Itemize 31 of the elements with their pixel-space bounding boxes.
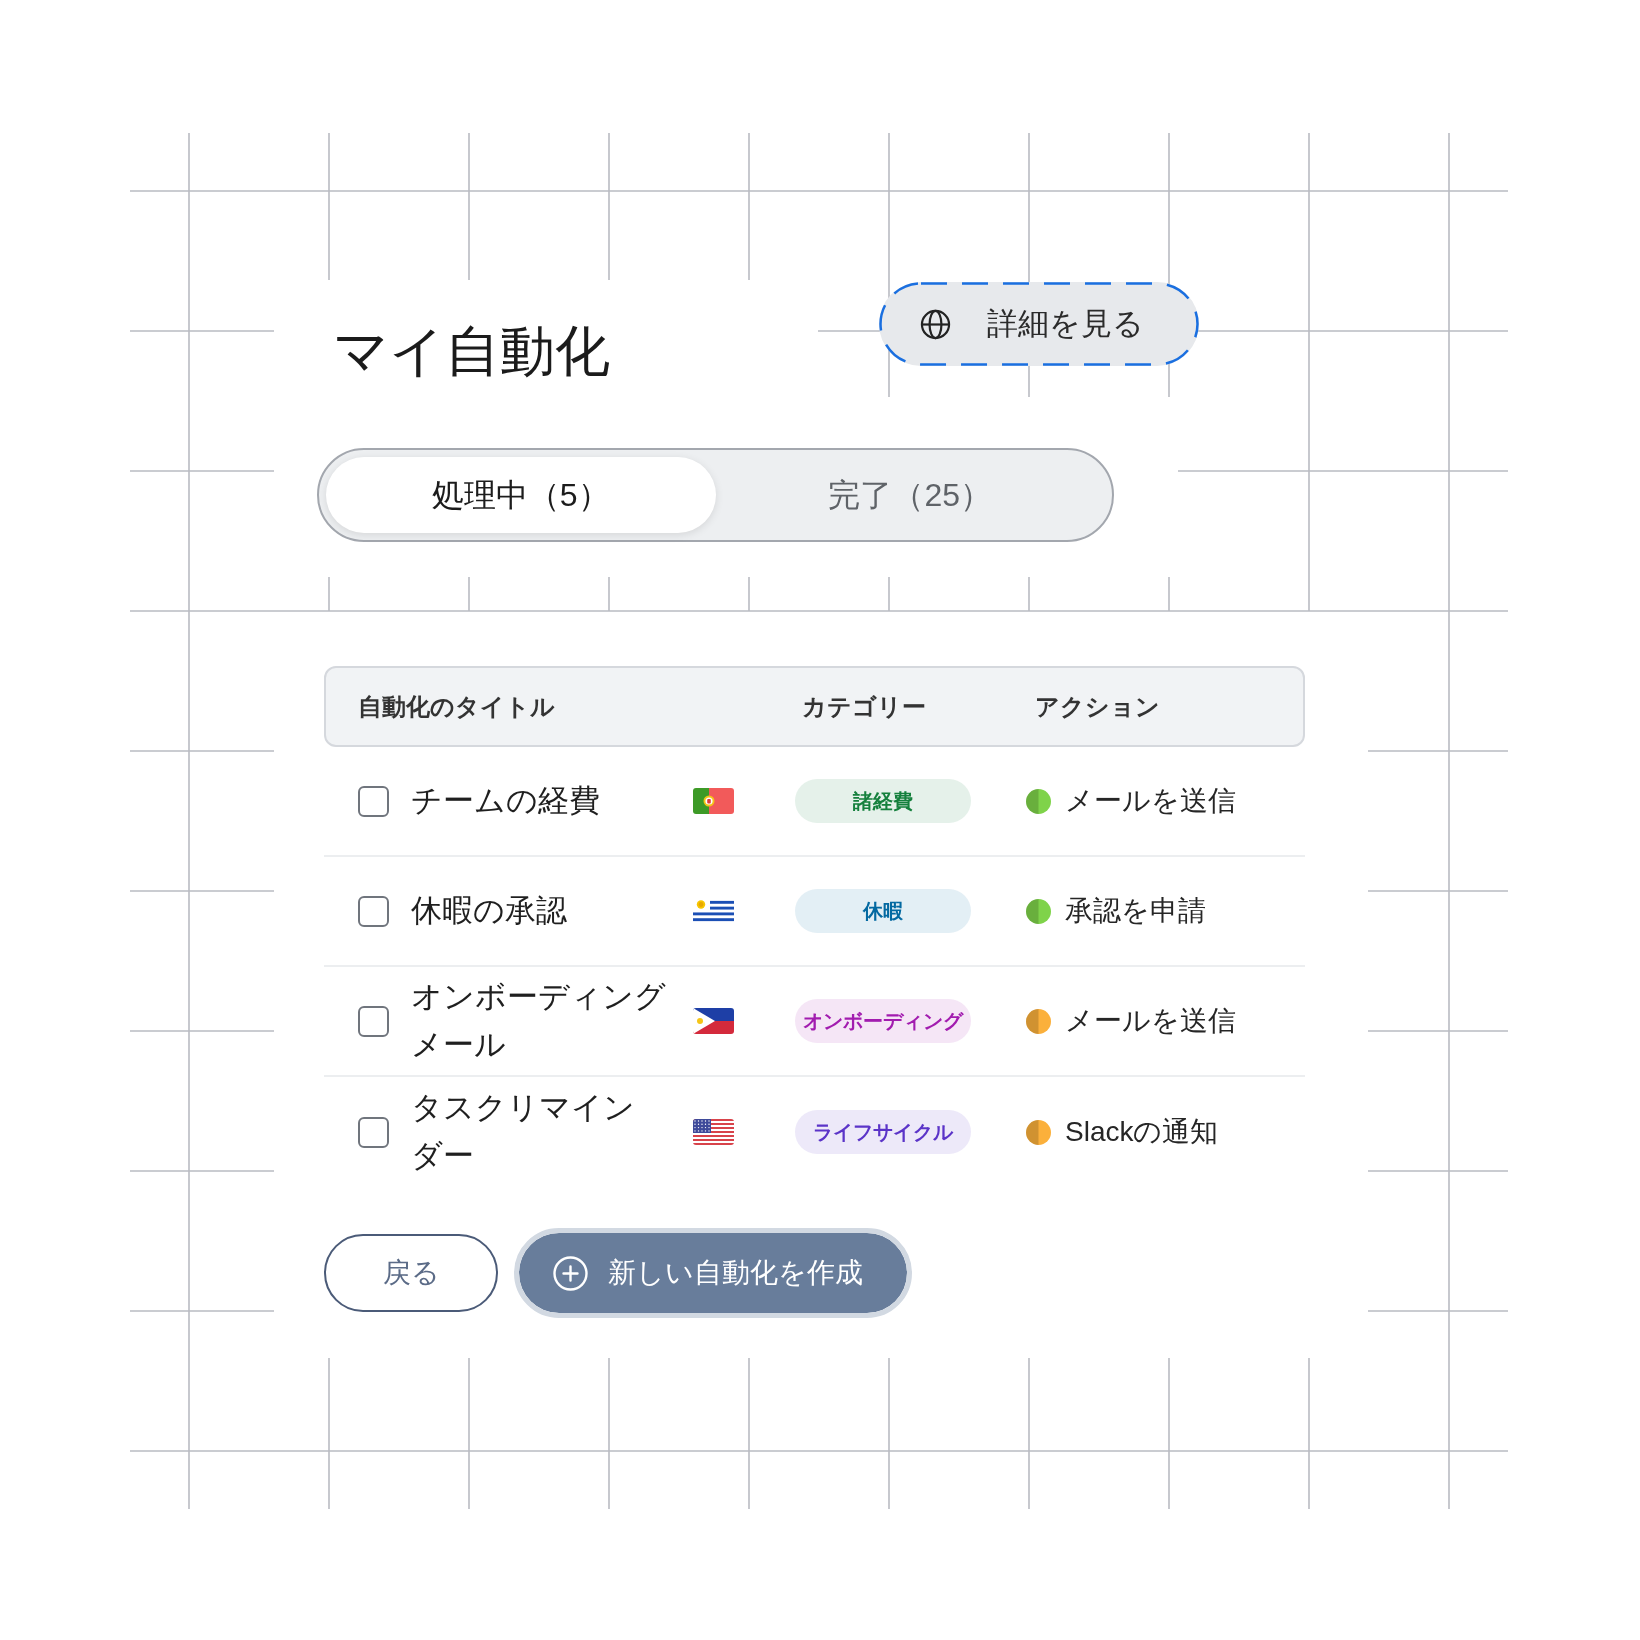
- column-header: 自動化のタイトル: [358, 691, 555, 722]
- checkbox[interactable]: [358, 785, 389, 817]
- flag-icon: [693, 898, 734, 924]
- column-header: カテゴリー: [802, 691, 926, 722]
- action-label: Slackの通知: [1065, 1115, 1219, 1149]
- category-tag: 休暇: [795, 889, 971, 933]
- row-title: 休暇の承認: [411, 892, 567, 930]
- column-header: アクション: [1035, 691, 1160, 722]
- row-title: オンボーディングメール: [411, 978, 666, 1064]
- action-label: メールを送信: [1065, 1004, 1236, 1038]
- action-label: 承認を申請: [1065, 894, 1206, 928]
- details-button[interactable]: 詳細を見る: [879, 282, 1199, 366]
- tab[interactable]: 完了（25）: [715, 457, 1105, 533]
- tab[interactable]: 処理中（5）: [326, 457, 716, 533]
- flag-icon: [693, 1008, 734, 1034]
- back-button[interactable]: 戻る: [324, 1234, 498, 1312]
- plus-circle-icon: [553, 1255, 588, 1291]
- row-title: タスクリマインダー: [411, 1089, 636, 1175]
- category-tag: 諸経費: [795, 779, 971, 823]
- checkbox[interactable]: [358, 1116, 389, 1148]
- category-tag: オンボーディング: [795, 999, 971, 1043]
- create-button[interactable]: 新しい自動化を作成: [514, 1228, 912, 1318]
- row-title: チームの経費: [411, 782, 600, 820]
- checkbox[interactable]: [358, 1005, 389, 1037]
- globe-icon: [920, 308, 951, 340]
- checkbox[interactable]: [358, 895, 389, 927]
- page-title: マイ自動化: [333, 319, 610, 383]
- category-tag: ライフサイクル: [795, 1110, 971, 1154]
- flag-icon: [693, 788, 734, 814]
- action-label: メールを送信: [1065, 784, 1236, 818]
- flag-icon: [693, 1119, 734, 1145]
